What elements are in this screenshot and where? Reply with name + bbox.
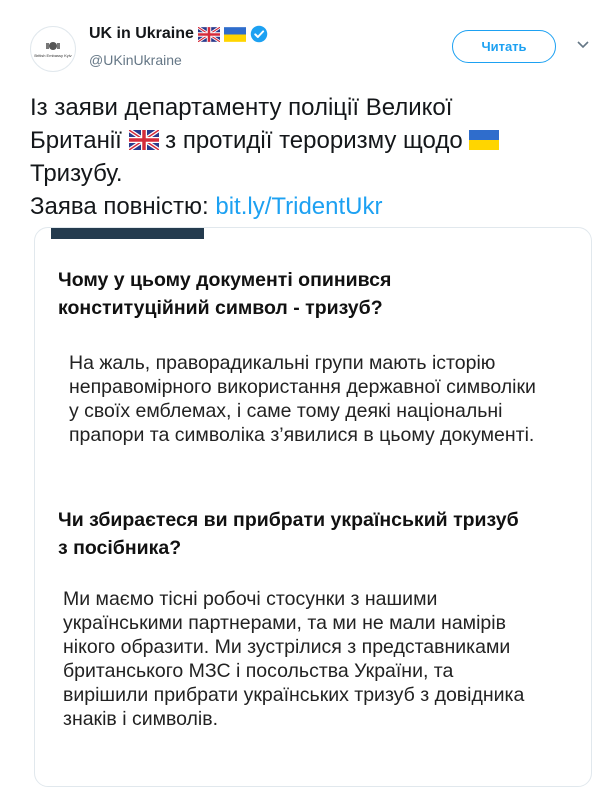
avatar[interactable]: British Embassy Kyiv xyxy=(30,26,76,72)
uk-flag-icon xyxy=(128,130,159,150)
card-question-1: Чому у цьому документі опинився конститу… xyxy=(58,269,392,319)
card-answer-2: Ми маємо тісні робочі стосунки з нашими … xyxy=(63,588,525,730)
tweet-line-1: Із заяви департаменту поліції Великої xyxy=(30,94,453,121)
display-name[interactable]: UK in Ukraine xyxy=(89,25,194,43)
tweet-text: Із заяви департаменту поліції Великої Бр… xyxy=(30,91,590,223)
chevron-down-icon[interactable] xyxy=(576,40,590,50)
card-header-bar xyxy=(51,228,204,239)
tweet-line-3: Тризубу. xyxy=(30,160,123,187)
name-row: UK in Ukraine xyxy=(89,25,268,43)
ukraine-flag-icon xyxy=(223,26,246,42)
card-question-2: Чи збираєтеся ви прибрати український тр… xyxy=(58,509,519,559)
tweet-line-2b: з протидії тероризму щодо xyxy=(158,127,470,154)
tweet-link[interactable]: bit.ly/TridentUkr xyxy=(215,193,382,220)
handle[interactable]: @UKinUkraine xyxy=(89,52,182,68)
ukraine-flag-icon xyxy=(469,130,500,150)
verified-badge-icon xyxy=(250,25,268,43)
follow-button[interactable]: Читать xyxy=(452,30,556,63)
tweet-line-2a: Британії xyxy=(30,127,129,154)
royal-crest-icon xyxy=(46,42,60,50)
tweet-line-4-prefix: Заява повністю: xyxy=(30,193,216,220)
tweet: British Embassy Kyiv UK in Ukraine @UKin… xyxy=(0,0,613,801)
attached-image[interactable]: Чому у цьому документі опинився конститу… xyxy=(34,227,592,787)
card-answer-1: На жаль, праворадикальні групи мають іст… xyxy=(69,352,536,446)
uk-flag-icon xyxy=(197,26,220,42)
avatar-text: British Embassy Kyiv xyxy=(34,53,72,58)
